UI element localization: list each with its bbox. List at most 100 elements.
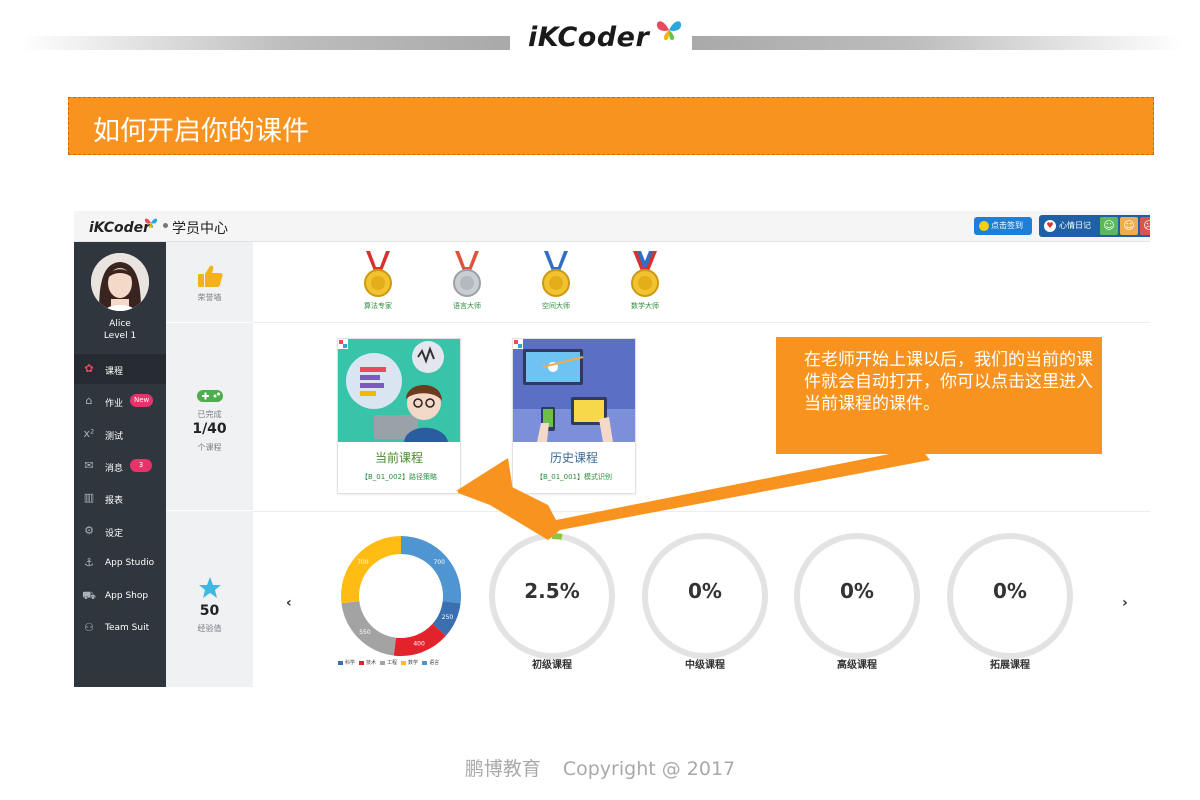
honor-wall-label: 荣誉墙 — [197, 293, 222, 302]
legend-label: 科学 — [345, 660, 356, 666]
donut-value-label: 250 — [442, 614, 454, 621]
progress-ring-intermediate[interactable]: 0% — [640, 531, 770, 661]
legend-label: 语言 — [429, 660, 440, 666]
progress-ring-advanced[interactable]: 0% — [792, 531, 922, 661]
current-course-title: 当前课程 — [374, 451, 423, 465]
bar-chart-icon: ▥ — [83, 491, 95, 504]
sidebar-item-label: 报表 — [105, 496, 124, 506]
history-course-code: 【B_01_001】模式识别 — [535, 473, 613, 481]
footer-org: 鹏博教育 — [464, 758, 541, 780]
legend-item[interactable]: 工程 — [380, 659, 397, 666]
medal-label: 空间大师 — [542, 302, 570, 310]
brand-logo-text: iKCoder — [528, 22, 650, 53]
legend-swatch — [338, 660, 343, 665]
exp-value: 50 — [199, 603, 220, 619]
progress-ring-extended[interactable]: 0% — [945, 531, 1075, 661]
row-divider — [253, 322, 1150, 323]
progress-percent: 2.5% — [524, 579, 580, 603]
butterfly-logo-icon — [656, 21, 682, 40]
progress-label: 高级课程 — [837, 660, 877, 671]
legend-item[interactable]: 语言 — [422, 659, 439, 666]
history-course-card[interactable]: 历史课程 【B_01_001】模式识别 — [512, 338, 636, 494]
sidebar-item-label: 课程 — [105, 367, 124, 377]
sidebar-item-label: App Studio — [105, 558, 155, 568]
progress-percent: 0% — [688, 579, 722, 603]
stat-divider — [166, 510, 253, 511]
sidebar-item-app-studio[interactable]: ⚓ App Studio — [74, 548, 166, 578]
sidebar-item-label: 测试 — [105, 432, 124, 442]
page-title: 如何开启你的课件 — [93, 116, 309, 147]
medal-icon — [542, 251, 570, 297]
palette-icon: ✿ — [84, 362, 94, 375]
mood-diary-button[interactable]: 心情日记 — [1059, 220, 1091, 231]
app-topbar: iKCoder 学员中心 点击签到 ♥ 心情日记 ☺ ☺ ☹ — [74, 211, 1150, 242]
progress-ring-beginner[interactable]: 2.5% — [487, 531, 617, 661]
sidebar-item-app-shop[interactable]: ⛟ App Shop — [74, 581, 166, 611]
legend-item[interactable]: 技术 — [359, 659, 376, 666]
sign-in-button[interactable]: 点击签到 — [974, 217, 1032, 235]
medal-label: 算法专家 — [364, 302, 392, 310]
completed-value: 1/40 — [192, 421, 227, 437]
mood-diary-group: ♥ 心情日记 ☺ ☺ ☹ — [1039, 215, 1150, 237]
sidebar-item-settings[interactable]: ⚙ 设定 — [74, 516, 166, 546]
new-badge: New — [130, 394, 154, 407]
callout-box: 在老师开始上课以后，我们的当前的课件就会自动打开，你可以点击这里进入当前课程的课… — [776, 337, 1102, 454]
title-separator-dot — [163, 223, 168, 228]
app-subtitle: 学员中心 — [172, 221, 228, 237]
sidebar-item-messages[interactable]: ✉ 消息 3 — [74, 451, 166, 481]
anchor-icon: ⚓ — [84, 556, 94, 569]
gears-icon: ⚙ — [84, 524, 94, 537]
medal-icon — [364, 251, 392, 297]
header-band-right — [692, 36, 1182, 50]
footer: 鹏博教育 Copyright @ 2017 — [0, 754, 1200, 781]
sidebar: Alice Level 1 ✿ 课程 ⌂ 作业 New x² 测试 ✉ 消息 3… — [74, 242, 166, 687]
sidebar-item-homework[interactable]: ⌂ 作业 New — [74, 386, 166, 416]
sidebar-item-course[interactable]: ✿ 课程 — [74, 354, 166, 384]
donut-slice-语言 — [401, 536, 461, 604]
subject-donut-chart: 700 250 400 550 700 — [341, 536, 461, 656]
donut-value-label: 700 — [433, 559, 445, 566]
donut-value-label: 400 — [413, 641, 425, 648]
sidebar-item-test[interactable]: x² 测试 — [74, 419, 166, 449]
sidebar-item-label: 消息 — [105, 464, 124, 474]
history-course-title: 历史课程 — [549, 451, 598, 465]
slide: iKCoder 如何开启你的课件 iKCoder 学员中心 点击签到 ♥ 心情日… — [0, 0, 1200, 800]
title-bar: 如何开启你的课件 — [68, 97, 1154, 155]
legend-item[interactable]: 科学 — [338, 659, 355, 666]
mail-icon: ✉ — [84, 459, 94, 472]
header-band-left — [20, 36, 510, 50]
user-level: Level 1 — [103, 331, 137, 341]
message-count-badge: 3 — [130, 459, 152, 472]
sidebar-item-label: App Shop — [105, 591, 149, 601]
happy-face-icon[interactable]: ☺ — [1100, 217, 1118, 235]
neutral-face-icon[interactable]: ☺ — [1120, 217, 1138, 235]
team-icon: ⚇ — [84, 621, 94, 634]
star-icon — [199, 577, 221, 598]
chevron-left-icon[interactable]: ‹ — [286, 595, 292, 611]
avatar[interactable] — [91, 253, 149, 311]
sidebar-item-label: 设定 — [105, 529, 124, 539]
chevron-right-icon[interactable]: › — [1122, 595, 1128, 611]
sign-in-label: 点击签到 — [991, 221, 1023, 230]
medal-icon — [631, 251, 659, 297]
sidebar-item-team-suit[interactable]: ⚇ Team Suit — [74, 613, 166, 643]
current-course-image — [338, 339, 460, 442]
heart-icon: ♥ — [1044, 220, 1056, 232]
avatar-portrait — [91, 253, 149, 311]
callout-text: 在老师开始上课以后，我们的当前的课件就会自动打开，你可以点击这里进入当前课程的课… — [804, 350, 1093, 414]
sign-in-icon — [979, 221, 989, 231]
current-course-card[interactable]: 当前课程 【B_01_002】路径策略 — [337, 338, 461, 494]
sidebar-item-report[interactable]: ▥ 报表 — [74, 483, 166, 513]
legend-item[interactable]: 数学 — [401, 659, 418, 666]
current-course-code: 【B_01_002】路径策略 — [360, 473, 438, 481]
donut-value-label: 700 — [357, 559, 369, 566]
progress-percent: 0% — [840, 579, 874, 603]
medal-label: 数学大师 — [631, 302, 659, 310]
legend-swatch — [380, 660, 386, 665]
exp-label: 经验值 — [197, 624, 222, 633]
donut-value-label: 550 — [359, 629, 371, 636]
app-logo[interactable]: iKCoder — [89, 220, 150, 236]
sad-face-icon[interactable]: ☹ — [1140, 217, 1150, 235]
user-name: Alice — [109, 319, 131, 329]
medal-label: 语言大师 — [453, 302, 481, 310]
